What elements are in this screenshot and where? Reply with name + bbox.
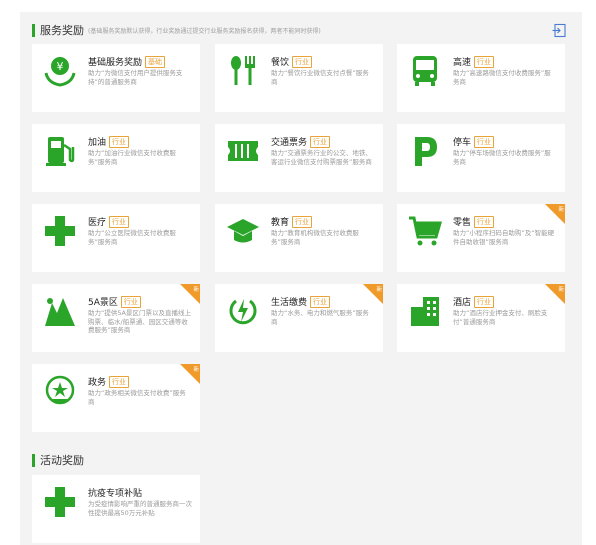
fork-spoon-icon: [225, 53, 261, 89]
fuel-pump-icon: [42, 133, 78, 169]
new-badge-text: 新: [558, 207, 564, 213]
service-note: (基础服务奖励默认获得，行业奖励通过提交行业服务奖励报名获得，两者不能同时获得): [88, 27, 321, 35]
page-container: 服务奖励 (基础服务奖励默认获得，行业奖励通过提交行业服务奖励报名获得，两者不能…: [20, 12, 582, 545]
tag-badge: 行业: [109, 215, 130, 228]
card-name: 零售: [453, 218, 472, 228]
activity-title: 活动奖励: [40, 454, 84, 467]
card-hotel[interactable]: 酒店 行业 助力“酒店行业押金支付、刷脸支付”普通服务商 新: [397, 284, 565, 352]
card-desc: 助力“小程序扫码自助购”及“智能硬件自助收银”服务商: [453, 229, 555, 246]
graduation-cap-icon: [225, 213, 261, 249]
card-desc: 助力“加油行业微信支付收费服务”服务商: [88, 149, 176, 166]
card-desc: 助力“为微信支付用户提供服务支持”的普通服务商: [88, 69, 183, 86]
new-badge-text: 新: [193, 287, 199, 293]
card-anti-epidemic-subsidy[interactable]: 抗疫专项补贴 为受疫情影响严重的普通服务商一次性提供最高50万元补贴: [32, 475, 200, 543]
card-education[interactable]: 教育 行业 助力“教育机构微信支付收费服务”服务商: [215, 204, 383, 272]
tag-badge: 行业: [310, 295, 331, 308]
bus-icon: [407, 53, 443, 89]
service-title: 服务奖励: [40, 24, 84, 37]
section-bar: [32, 453, 35, 467]
activity-section-title: 活动奖励: [32, 451, 84, 469]
card-desc: 助力“公立医院微信支付收费服务”服务商: [88, 229, 176, 246]
service-section-title: 服务奖励 (基础服务奖励默认获得，行业奖励通过提交行业服务奖励报名获得，两者不能…: [32, 21, 321, 39]
medical-cross-icon: [42, 484, 78, 520]
card-desc: 助力“水务、电力和燃气服务”服务商: [271, 309, 369, 326]
card-basic-service[interactable]: ¥ 基础服务奖励 基础 助力“为微信支付用户提供服务支持”的普通服务商: [32, 44, 200, 112]
card-utility-payment[interactable]: 生活缴费 行业 助力“水务、电力和燃气服务”服务商 新: [215, 284, 383, 352]
card-name: 5A景区: [88, 298, 118, 308]
card-desc: 助力“高速路微信支付收费服务”服务商: [453, 69, 551, 86]
card-name: 高速: [453, 58, 472, 68]
card-government[interactable]: 政务 行业 助力“政务相关微信支付收费”服务商 新: [32, 364, 200, 432]
tag-badge: 行业: [310, 135, 331, 148]
new-badge-text: 新: [193, 367, 199, 373]
card-name: 医疗: [88, 218, 107, 228]
card-name: 餐饮: [271, 58, 290, 68]
card-transport-ticket[interactable]: 交通票务 行业 助力“交通票务行业的公交、地铁、客运行业微信支付购票服务”服务商: [215, 124, 383, 192]
card-desc: 助力“酒店行业押金支付、刷脸支付”普通服务商: [453, 309, 548, 326]
government-badge-icon: [42, 373, 78, 409]
new-badge-text: 新: [558, 287, 564, 293]
svg-text:¥: ¥: [57, 60, 64, 73]
section-bar: [32, 23, 35, 37]
exit-icon[interactable]: [552, 23, 567, 38]
tag-badge: 基础: [145, 55, 166, 68]
ticket-icon: [225, 133, 261, 169]
card-name: 基础服务奖励: [88, 58, 143, 68]
tag-badge: 行业: [120, 295, 141, 308]
parking-icon: [407, 133, 443, 169]
tag-badge: 行业: [474, 215, 495, 228]
card-name: 政务: [88, 378, 107, 388]
tag-badge: 行业: [109, 135, 130, 148]
card-desc: 助力“停车场微信支付收费服务”服务商: [453, 149, 551, 166]
tag-badge: 行业: [474, 135, 495, 148]
medical-cross-icon: [42, 213, 78, 249]
card-name: 停车: [453, 138, 472, 148]
card-name: 加油: [88, 138, 107, 148]
power-icon: [225, 293, 261, 329]
new-badge-text: 新: [376, 287, 382, 293]
yuan-hands-icon: ¥: [42, 53, 78, 89]
card-name: 教育: [271, 218, 290, 228]
shopping-cart-icon: [407, 213, 443, 249]
card-fuel[interactable]: 加油 行业 助力“加油行业微信支付收费服务”服务商: [32, 124, 200, 192]
card-desc: 助力“提供5A景区门票以及直播线上购票、临水/船票通、园区交通等收费服务”服务商: [88, 309, 191, 334]
card-name: 酒店: [453, 298, 472, 308]
card-medical[interactable]: 医疗 行业 助力“公立医院微信支付收费服务”服务商: [32, 204, 200, 272]
building-icon: [407, 293, 443, 329]
card-5a-scenic[interactable]: 5A景区 行业 助力“提供5A景区门票以及直播线上购票、临水/船票通、园区交通等收…: [32, 284, 200, 352]
card-name: 抗疫专项补贴: [88, 489, 143, 499]
tag-badge: 行业: [109, 375, 130, 388]
card-desc: 助力“交通票务行业的公交、地铁、客运行业微信支付购票服务”服务商: [271, 149, 372, 166]
card-highway[interactable]: 高速 行业 助力“高速路微信支付收费服务”服务商: [397, 44, 565, 112]
card-catering[interactable]: 餐饮 行业 助力“餐饮行业微信支付点餐”服务商: [215, 44, 383, 112]
card-retail[interactable]: 零售 行业 助力“小程序扫码自助购”及“智能硬件自助收银”服务商 新: [397, 204, 565, 272]
card-desc: 助力“政务相关微信支付收费”服务商: [88, 389, 186, 406]
card-parking[interactable]: 停车 行业 助力“停车场微信支付收费服务”服务商: [397, 124, 565, 192]
card-desc: 为受疫情影响严重的普通服务商一次性提供最高50万元补贴: [88, 500, 192, 517]
tag-badge: 行业: [292, 55, 313, 68]
tag-badge: 行业: [474, 55, 495, 68]
card-desc: 助力“餐饮行业微信支付点餐”服务商: [271, 69, 369, 86]
card-name: 交通票务: [271, 138, 308, 148]
tag-badge: 行业: [292, 215, 313, 228]
mountain-icon: [42, 293, 78, 329]
card-desc: 助力“教育机构微信支付收费服务”服务商: [271, 229, 359, 246]
tag-badge: 行业: [474, 295, 495, 308]
card-name: 生活缴费: [271, 298, 308, 308]
